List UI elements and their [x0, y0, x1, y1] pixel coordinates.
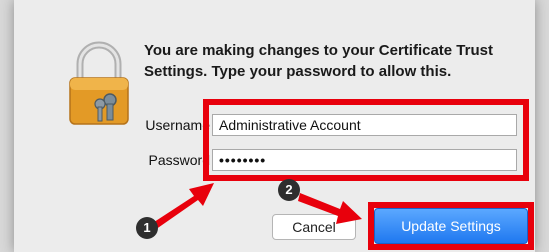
- arrow-1: [148, 183, 214, 232]
- step-1-badge: 1: [136, 217, 158, 239]
- annotation-arrows: [148, 183, 362, 232]
- step-2-badge: 2: [278, 179, 300, 201]
- arrow-2: [298, 193, 362, 224]
